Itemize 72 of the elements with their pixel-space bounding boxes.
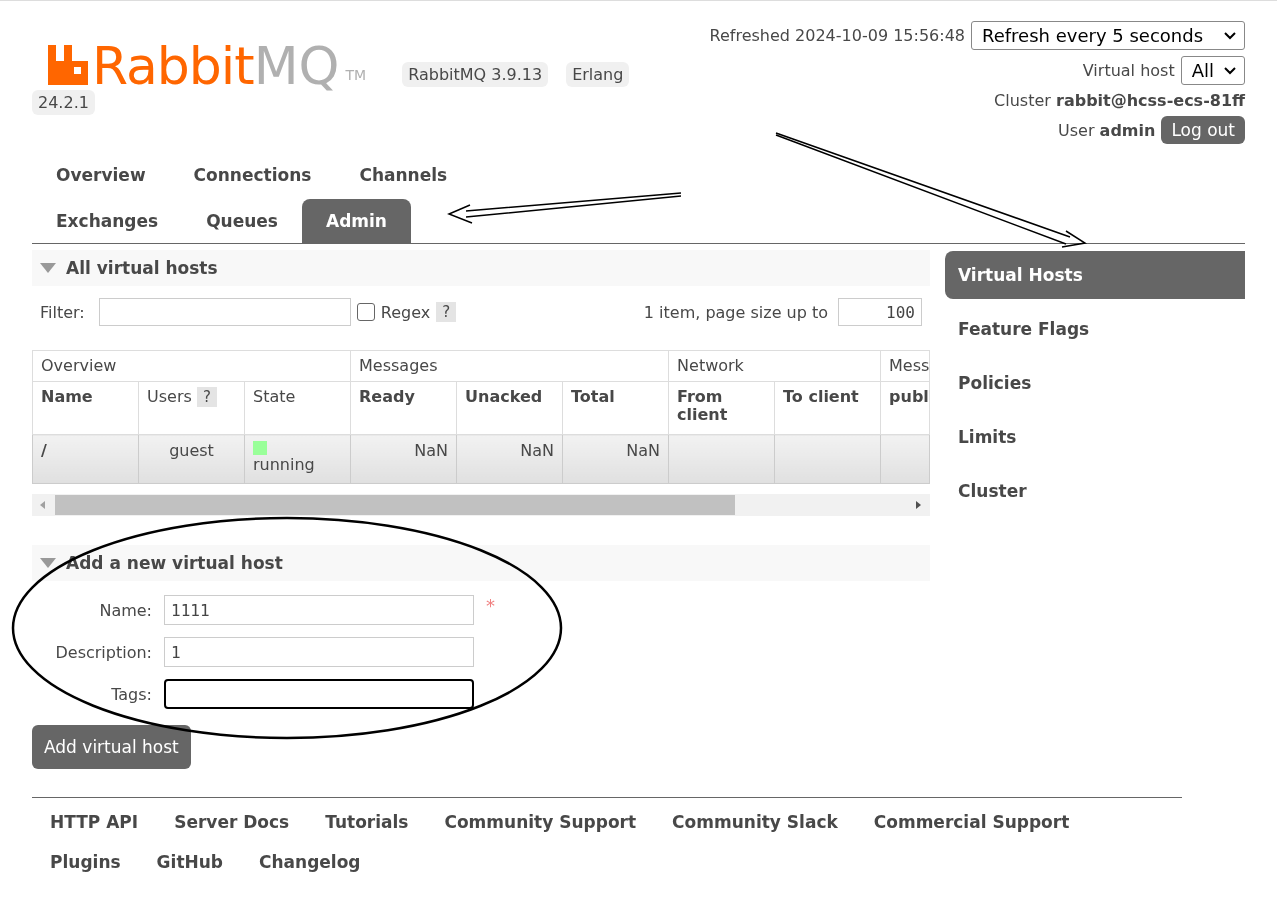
table-cell: / [32, 434, 139, 484]
regex-checkbox[interactable] [356, 303, 375, 321]
sidebar-item[interactable]: Limits [945, 413, 1245, 461]
nav-tab[interactable]: Exchanges [32, 199, 183, 243]
field-label: Name: [98, 600, 152, 620]
column-header[interactable]: Ready [350, 381, 457, 435]
logout-button[interactable]: Log out [1161, 116, 1245, 144]
column-header[interactable]: Name [32, 381, 139, 435]
scroll-left-icon [40, 500, 46, 510]
nav-tab[interactable]: Overview [32, 153, 170, 197]
cluster-text: Cluster rabbit@hcss-ecs-81ff [994, 91, 1245, 110]
footer-link[interactable]: Community Slack [654, 804, 856, 840]
section-header[interactable]: All virtual hosts [32, 250, 930, 286]
logo-icon [48, 45, 88, 85]
column-header[interactable]: To client [774, 381, 881, 435]
virtual-host-label: Virtual host [1082, 61, 1175, 80]
column-header[interactable]: Total [562, 381, 669, 435]
table-cell: NaN [456, 434, 563, 484]
virtual-host-select[interactable]: All [1180, 56, 1245, 85]
field-label: Description: [54, 642, 152, 662]
group-header: Messages [350, 350, 669, 382]
chevron-icon [1224, 66, 1236, 75]
rabbitmq-logo: RabbitMQ TM [48, 43, 367, 89]
field-label: Tags: [110, 684, 152, 704]
nav-tab[interactable]: Admin [302, 199, 411, 243]
column-header: Users ? [138, 381, 245, 435]
footer-link[interactable]: Server Docs [156, 804, 308, 840]
chevron-icon [1224, 31, 1236, 40]
group-header: Overview [32, 350, 351, 382]
column-header: State [244, 381, 351, 435]
help-badge[interactable]: ? [436, 302, 457, 322]
version-badge: RabbitMQ 3.9.13 [402, 62, 549, 87]
horizontal-scrollbar[interactable] [32, 494, 930, 516]
scroll-right-icon [916, 500, 922, 510]
footer-link[interactable]: HTTP API [32, 804, 157, 840]
text-field[interactable] [164, 679, 474, 709]
regex-label: Regex [380, 302, 431, 322]
sidebar-item[interactable]: Feature Flags [945, 305, 1245, 353]
refresh-select[interactable]: Refresh every 5 seconds [971, 21, 1245, 50]
section-header[interactable]: Add a new virtual host [32, 545, 930, 581]
add-virtual-host-button[interactable]: Add virtual host [32, 725, 191, 769]
footer-link[interactable]: GitHub [138, 844, 241, 880]
user-text: User admin [1058, 120, 1156, 140]
column-header[interactable]: publ [880, 381, 930, 435]
sidebar-item[interactable]: Virtual Hosts [945, 251, 1245, 299]
footer-link[interactable]: Commercial Support [855, 804, 1088, 840]
table-cell: guest [138, 434, 245, 484]
sidebar-item[interactable]: Cluster [945, 467, 1245, 515]
paging-text: 1 item, page size up to [643, 302, 828, 322]
filter-label: Filter: [40, 302, 85, 322]
page-size-field[interactable]: 100 [838, 298, 922, 326]
nav-tab[interactable]: Connections [169, 153, 336, 197]
footer-link[interactable]: Tutorials [307, 804, 427, 840]
column-header[interactable]: Unacked [456, 381, 563, 435]
column-header[interactable]: From client [668, 381, 775, 435]
group-header: Network [668, 350, 881, 382]
required-mark: * [486, 595, 496, 616]
state-cell: running [244, 434, 351, 484]
nav-tab[interactable]: Queues [182, 199, 302, 243]
table-cell: NaN [350, 434, 457, 484]
sidebar-item[interactable]: Policies [945, 359, 1245, 407]
text-field[interactable]: 1111 [164, 595, 474, 625]
help-badge[interactable]: ? [196, 387, 217, 407]
text-field[interactable]: 1 [164, 637, 474, 667]
footer-link[interactable]: Community Support [426, 804, 655, 840]
footer-link[interactable]: Plugins [32, 844, 139, 880]
refreshed-text: Refreshed 2024-10-09 15:56:48 [709, 26, 965, 45]
footer-link[interactable]: Changelog [241, 844, 379, 880]
nav-tab[interactable]: Channels [335, 153, 472, 197]
group-header: Mess [880, 350, 930, 382]
table-cell: NaN [562, 434, 669, 484]
filter-field[interactable] [98, 298, 351, 326]
